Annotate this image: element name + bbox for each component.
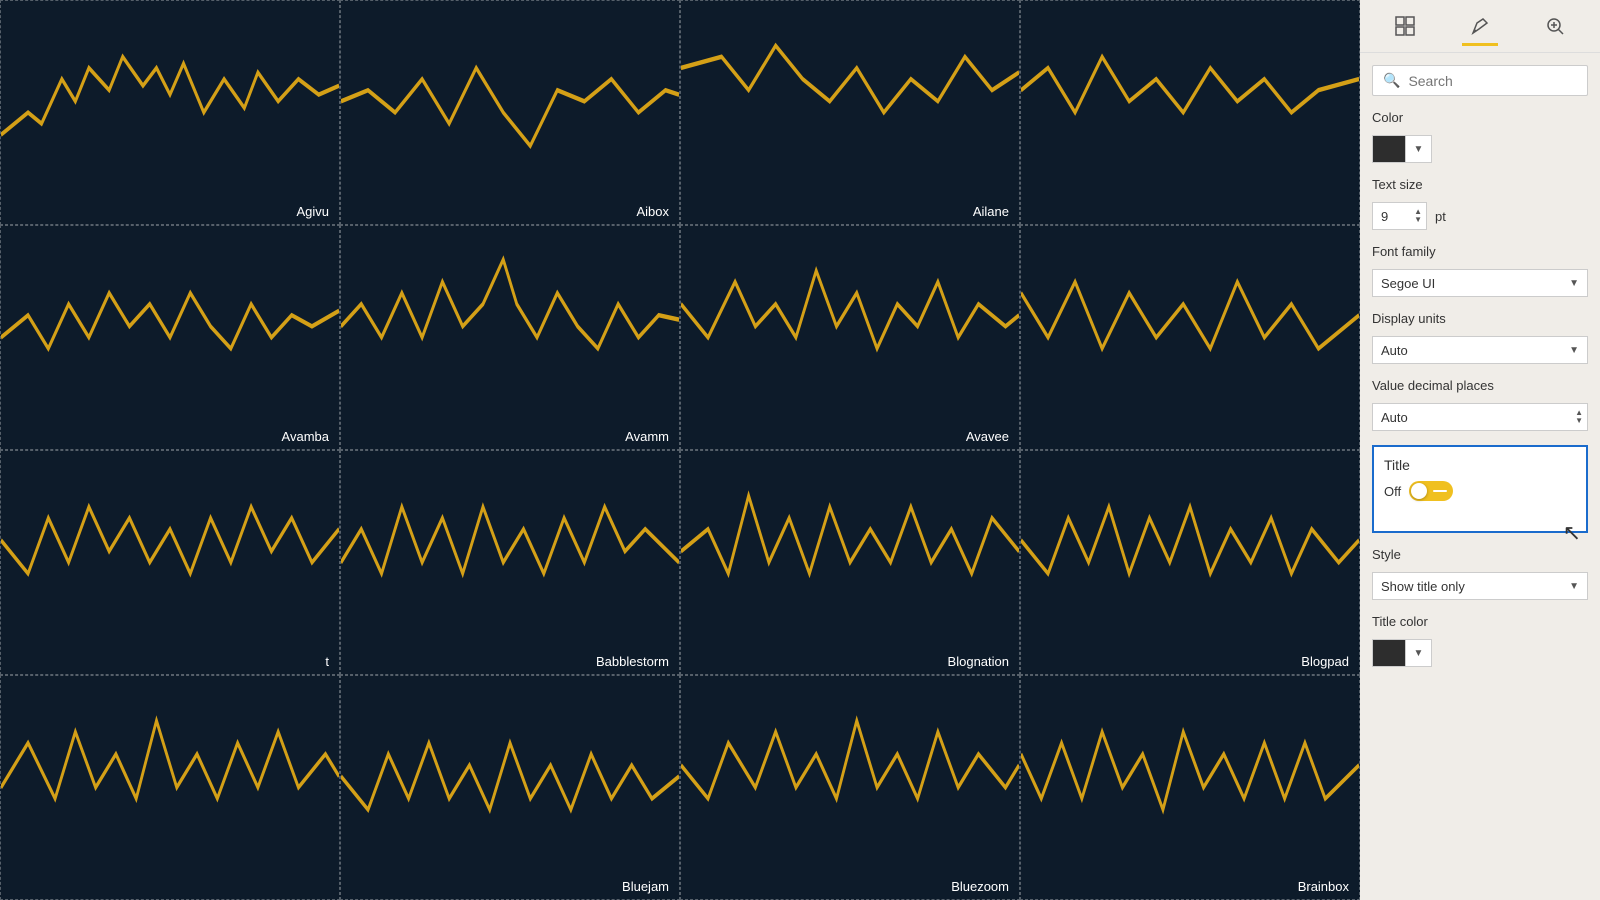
decimal-places-label: Value decimal places <box>1372 378 1588 393</box>
text-size-down[interactable]: ▼ <box>1414 216 1422 224</box>
style-section: Style Show title only ▼ <box>1372 547 1588 600</box>
search-icon: 🔍 <box>1383 72 1400 89</box>
chart-grid: Agivu Aibox Ailane Avamba <box>0 0 1360 900</box>
text-size-spinners: ▲ ▼ <box>1414 203 1422 229</box>
style-dropdown[interactable]: Show title only ▼ <box>1372 572 1588 600</box>
color-dropdown-arrow[interactable]: ▼ <box>1405 136 1431 162</box>
chart-label-agivu: Agivu <box>296 204 329 219</box>
text-size-label: Text size <box>1372 177 1588 192</box>
decimal-places-value: Auto <box>1381 410 1408 425</box>
style-value: Show title only <box>1381 579 1465 594</box>
chart-label-bluezoom: Bluezoom <box>951 879 1009 894</box>
text-size-section: Text size 9 ▲ ▼ pt <box>1372 177 1588 230</box>
search-box[interactable]: 🔍 <box>1372 65 1588 96</box>
color-picker[interactable]: ▼ <box>1372 135 1432 163</box>
text-size-row: 9 ▲ ▼ pt <box>1372 202 1588 230</box>
chart-cell-ailane[interactable]: Ailane <box>680 0 1020 225</box>
chart-cell-avamm[interactable]: Avamm <box>340 225 680 450</box>
cursor-icon: ↖ <box>1563 520 1581 546</box>
chart-label-avavee: Avavee <box>966 429 1009 444</box>
chart-label-blogpad: Blogpad <box>1301 654 1349 669</box>
title-color-label: Title color <box>1372 614 1588 629</box>
decimal-spinners: ▲ ▼ <box>1575 404 1583 430</box>
display-units-value: Auto <box>1381 343 1408 358</box>
search-input[interactable] <box>1408 73 1577 89</box>
font-family-label: Font family <box>1372 244 1588 259</box>
display-units-section: Display units Auto ▼ <box>1372 311 1588 364</box>
chart-label-aibox: Aibox <box>636 204 669 219</box>
chart-cell-bluejam[interactable]: Bluejam <box>340 675 680 900</box>
display-units-arrow: ▼ <box>1569 345 1579 356</box>
color-label: Color <box>1372 110 1588 125</box>
chart-label-avamba: Avamba <box>282 429 329 444</box>
style-arrow: ▼ <box>1569 581 1579 592</box>
chart-cell-blognation[interactable]: Blognation <box>680 450 1020 675</box>
title-toggle[interactable] <box>1409 481 1453 501</box>
title-section: Title Off ↖ <box>1372 445 1588 533</box>
font-family-section: Font family Segoe UI ▼ <box>1372 244 1588 297</box>
title-color-section: Title color ▼ <box>1372 614 1588 667</box>
text-size-unit: pt <box>1435 209 1446 224</box>
chart-label-babblestorm: Babblestorm <box>596 654 669 669</box>
chart-cell-aibox[interactable]: Aibox <box>340 0 680 225</box>
title-color-arrow[interactable]: ▼ <box>1405 640 1431 666</box>
decimal-places-input[interactable]: Auto ▲ ▼ <box>1372 403 1588 431</box>
chart-cell-agivu[interactable]: Agivu <box>0 0 340 225</box>
color-section: Color ▼ <box>1372 110 1588 163</box>
panel-content: 🔍 Color ▼ Text size 9 ▲ ▼ pt <box>1360 53 1600 679</box>
title-toggle-label: Title <box>1384 457 1576 473</box>
chart-cell-empty1 <box>1020 0 1360 225</box>
color-swatch <box>1373 136 1405 162</box>
decimal-places-section: Value decimal places Auto ▲ ▼ <box>1372 378 1588 431</box>
display-units-label: Display units <box>1372 311 1588 326</box>
chart-cell-empty3 <box>0 675 340 900</box>
chart-cell-brainbox[interactable]: Brainbox <box>1020 675 1360 900</box>
title-color-swatch <box>1373 640 1405 666</box>
title-color-picker[interactable]: ▼ <box>1372 639 1432 667</box>
chart-cell-bluezoom[interactable]: Bluezoom <box>680 675 1020 900</box>
toggle-thumb <box>1411 483 1427 499</box>
panel-toolbar <box>1360 0 1600 53</box>
style-label: Style <box>1372 547 1588 562</box>
font-family-arrow: ▼ <box>1569 278 1579 289</box>
chart-cell-t[interactable]: t <box>0 450 340 675</box>
text-size-input[interactable]: 9 ▲ ▼ <box>1372 202 1427 230</box>
toggle-off-label: Off <box>1384 484 1401 499</box>
toolbar-grid-btn[interactable] <box>1387 8 1423 44</box>
font-family-dropdown[interactable]: Segoe UI ▼ <box>1372 269 1588 297</box>
chart-cell-blogpad[interactable]: Blogpad <box>1020 450 1360 675</box>
chart-label-brainbox: Brainbox <box>1298 879 1349 894</box>
chart-cell-babblestorm[interactable]: Babblestorm <box>340 450 680 675</box>
toolbar-paint-btn[interactable] <box>1462 8 1498 44</box>
chart-cell-avavee[interactable]: Avavee <box>680 225 1020 450</box>
chart-label-avamm: Avamm <box>625 429 669 444</box>
chart-label-bluejam: Bluejam <box>622 879 669 894</box>
right-panel: 🔍 Color ▼ Text size 9 ▲ ▼ pt <box>1360 0 1600 900</box>
main-chart-area: Agivu Aibox Ailane Avamba <box>0 0 1360 900</box>
decimal-down[interactable]: ▼ <box>1575 417 1583 425</box>
text-size-value: 9 <box>1381 209 1388 224</box>
chart-cell-avamba[interactable]: Avamba <box>0 225 340 450</box>
chart-label-t: t <box>325 654 329 669</box>
display-units-dropdown[interactable]: Auto ▼ <box>1372 336 1588 364</box>
toolbar-inspect-btn[interactable] <box>1537 8 1573 44</box>
chart-cell-empty2 <box>1020 225 1360 450</box>
toggle-row: Off <box>1384 481 1576 501</box>
font-family-value: Segoe UI <box>1381 276 1435 291</box>
chart-label-ailane: Ailane <box>973 204 1009 219</box>
toggle-dash <box>1433 490 1447 492</box>
chart-label-blognation: Blognation <box>948 654 1009 669</box>
